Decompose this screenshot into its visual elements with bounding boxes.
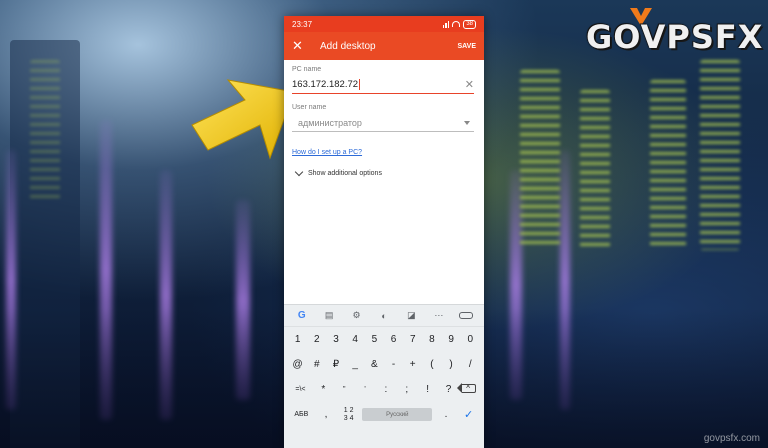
keyboard-row-symbols: @ # ₽ _ & - + ( ) /: [284, 352, 484, 377]
key-3[interactable]: 3: [327, 334, 345, 345]
pc-name-value: 163.172.182.72: [292, 79, 359, 90]
save-button[interactable]: SAVE: [457, 43, 476, 50]
key-numpad-top: 1 2: [343, 406, 354, 414]
keyboard-row-numbers: 1 2 3 4 5 6 7 8 9 0: [284, 327, 484, 352]
key-2[interactable]: 2: [308, 334, 326, 345]
clipboard-icon[interactable]: ▤: [322, 310, 336, 321]
govpsfx-logo: GOVPSFX: [586, 18, 764, 56]
key-numpad[interactable]: 1 2 3 4: [340, 407, 358, 423]
text-cursor: [359, 78, 361, 90]
keyboard-row-bottom: АБВ , 1 2 3 4 Русский . ✓: [284, 402, 484, 427]
key-single-quote[interactable]: ': [356, 386, 374, 393]
pc-name-input[interactable]: 163.172.182.72 ✕: [292, 76, 474, 94]
backspace-icon[interactable]: [457, 381, 478, 396]
key-double-quote[interactable]: ": [335, 386, 353, 393]
key-ampersand[interactable]: &: [365, 359, 383, 370]
chevron-down-icon: [294, 167, 304, 177]
google-icon[interactable]: G: [295, 310, 309, 321]
key-underscore[interactable]: _: [346, 359, 364, 370]
clear-icon[interactable]: ✕: [465, 78, 474, 91]
key-4[interactable]: 4: [346, 334, 364, 345]
close-icon[interactable]: ✕: [292, 38, 312, 54]
key-open-paren[interactable]: (: [423, 359, 441, 370]
key-hash[interactable]: #: [308, 359, 326, 370]
sticker-icon[interactable]: ◪: [404, 310, 418, 321]
key-6[interactable]: 6: [385, 334, 403, 345]
keyboard-toolbar: G ▤ ⚙ ◐ ◪ ⋯: [284, 305, 484, 327]
key-space[interactable]: Русский: [362, 408, 433, 421]
key-period[interactable]: .: [437, 409, 455, 420]
status-time: 23:37: [292, 19, 313, 29]
key-plus[interactable]: +: [404, 359, 422, 370]
more-icon[interactable]: ⋯: [432, 310, 446, 321]
key-8[interactable]: 8: [423, 334, 441, 345]
user-name-label: User name: [292, 104, 327, 111]
key-exclamation[interactable]: !: [419, 384, 437, 395]
user-name-select[interactable]: администратор: [292, 114, 474, 132]
key-slash[interactable]: /: [461, 359, 479, 370]
key-at[interactable]: @: [289, 359, 307, 370]
key-5[interactable]: 5: [365, 334, 383, 345]
signal-icon: [442, 20, 450, 28]
key-0[interactable]: 0: [461, 334, 479, 345]
key-1[interactable]: 1: [289, 334, 307, 345]
key-numpad-bottom: 3 4: [343, 414, 354, 422]
key-ruble[interactable]: ₽: [327, 359, 345, 370]
key-question[interactable]: ?: [440, 384, 458, 395]
battery-icon: 38: [463, 19, 476, 29]
onscreen-keyboard: G ▤ ⚙ ◐ ◪ ⋯ 1 2 3 4 5 6 7 8 9 0 @ # ₽ _ …: [284, 304, 484, 448]
page-title: Add desktop: [320, 40, 376, 52]
key-7[interactable]: 7: [404, 334, 422, 345]
phone-screen: 23:37 38 ✕ Add desktop SAVE PC name 163.…: [284, 16, 484, 448]
mic-icon[interactable]: [459, 311, 474, 321]
key-9[interactable]: 9: [442, 334, 460, 345]
app-bar: ✕ Add desktop SAVE: [284, 32, 484, 60]
pc-name-label: PC name: [292, 66, 322, 73]
key-semicolon[interactable]: ;: [398, 384, 416, 395]
additional-options-label: Show additional options: [308, 170, 382, 177]
enter-check-icon[interactable]: ✓: [460, 408, 478, 421]
key-more-symbols[interactable]: =\<: [289, 386, 311, 393]
key-close-paren[interactable]: ): [442, 359, 460, 370]
setup-help-link[interactable]: How do I set up a PC?: [292, 149, 474, 156]
watermark-text: govpsfx.com: [703, 433, 760, 444]
wifi-icon: [452, 21, 461, 27]
status-bar: 23:37 38: [284, 16, 484, 32]
key-colon[interactable]: :: [377, 384, 395, 395]
key-abc[interactable]: АБВ: [290, 411, 312, 418]
key-minus[interactable]: -: [385, 359, 403, 370]
settings-icon[interactable]: ⚙: [350, 310, 364, 321]
show-additional-options[interactable]: Show additional options: [292, 167, 474, 177]
key-asterisk[interactable]: *: [314, 384, 332, 395]
keyboard-row-punctuation: =\< * " ' : ; ! ?: [284, 377, 484, 402]
key-comma[interactable]: ,: [317, 409, 335, 420]
add-desktop-form: PC name 163.172.182.72 ✕ User name админ…: [284, 60, 484, 177]
dropdown-caret-icon: [464, 120, 470, 125]
theme-icon[interactable]: ◐: [377, 311, 391, 321]
user-name-value: администратор: [298, 117, 362, 128]
